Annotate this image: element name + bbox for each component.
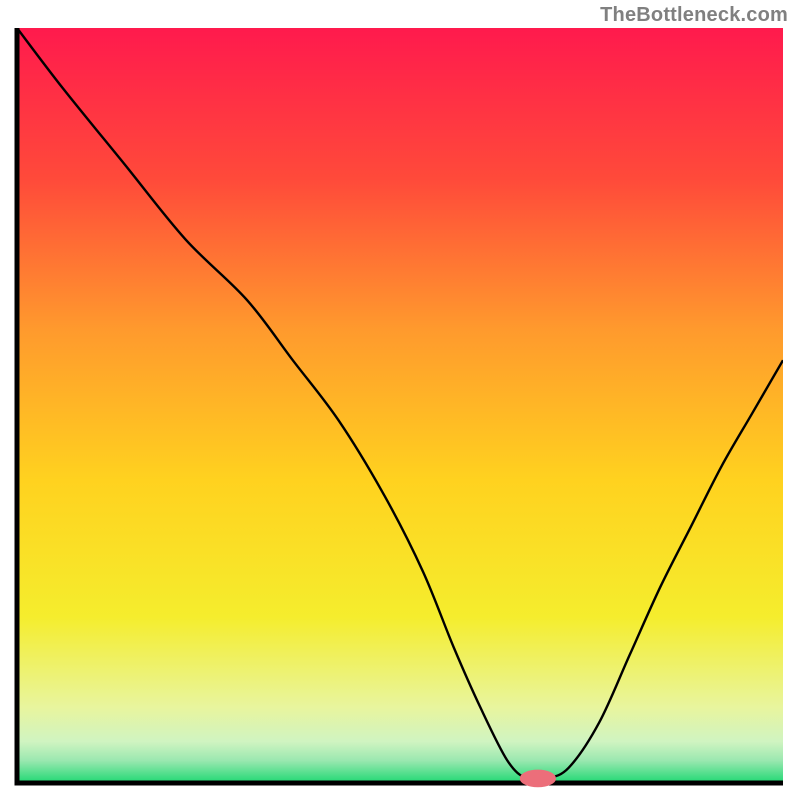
plot-background-gradient: [17, 28, 783, 783]
bottleneck-plot: [0, 0, 800, 800]
chart-stage: TheBottleneck.com: [0, 0, 800, 800]
valley-marker: [520, 770, 555, 787]
